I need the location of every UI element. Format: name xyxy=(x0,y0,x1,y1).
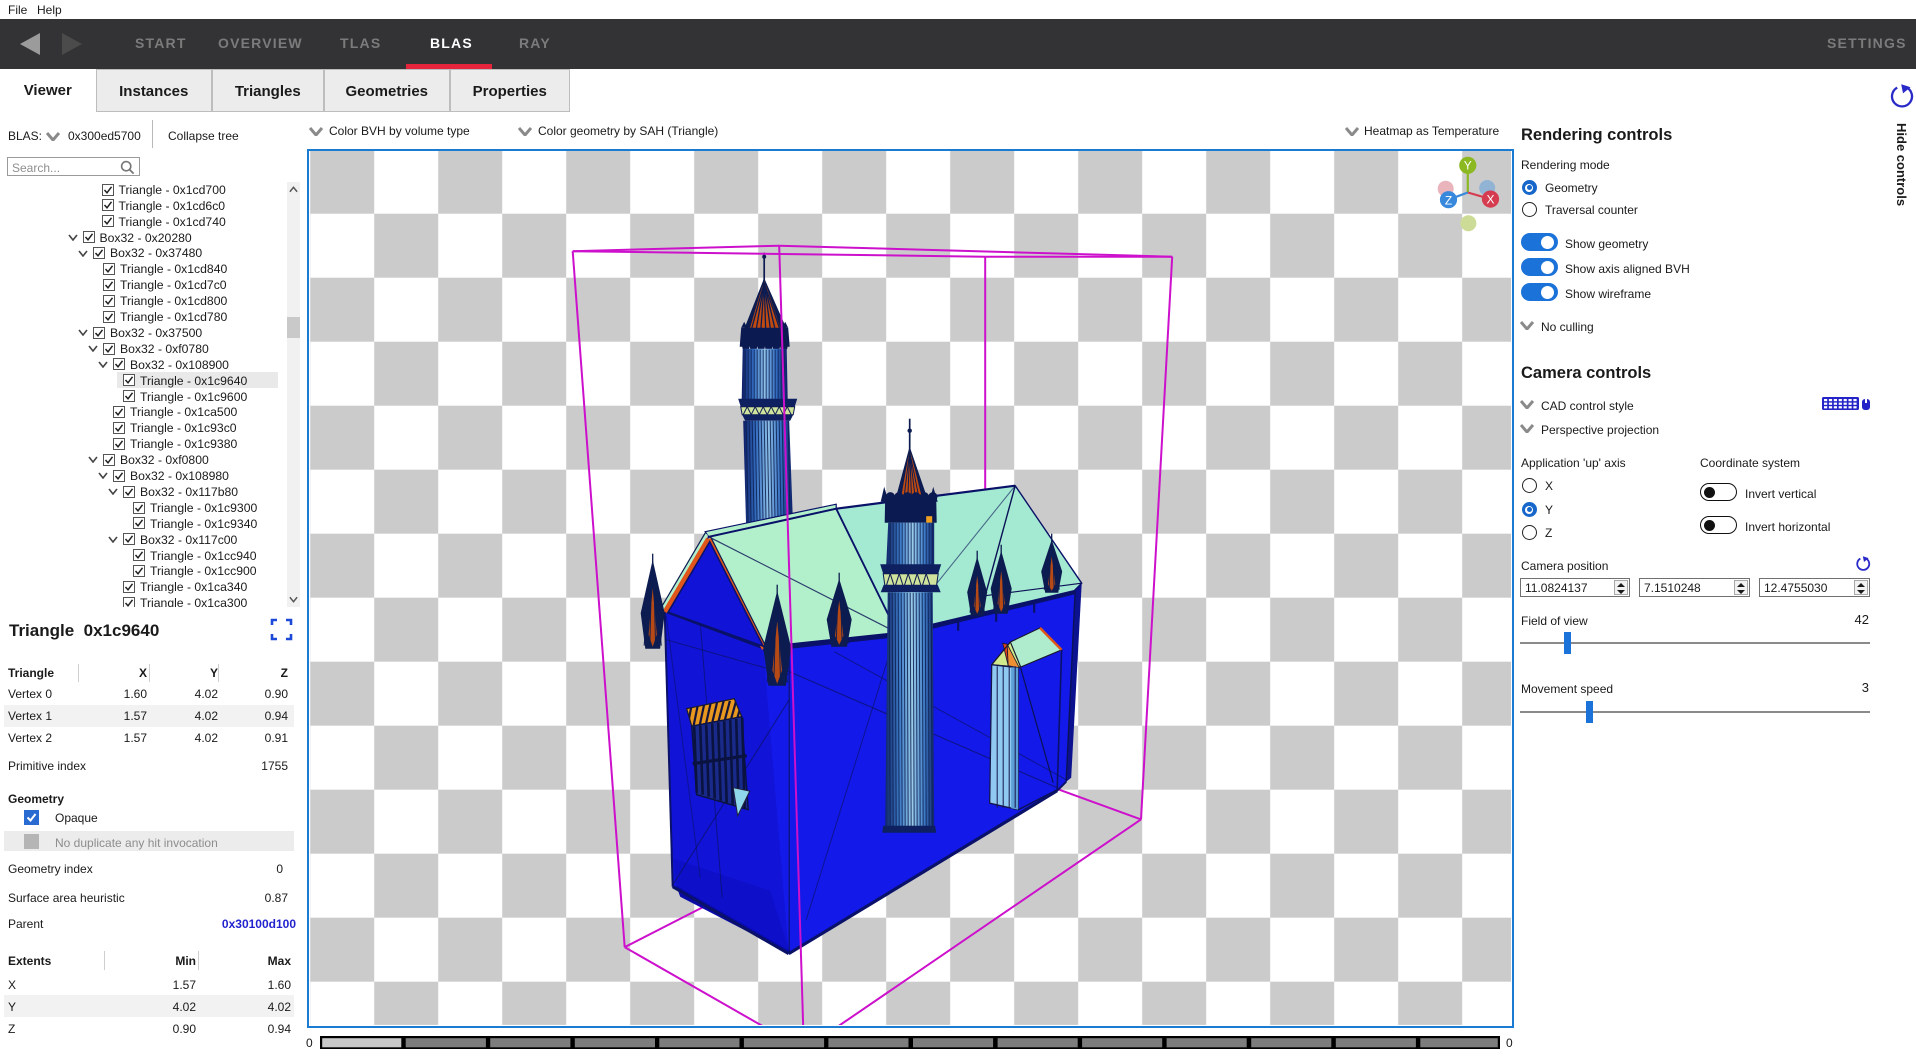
svg-text:Z: Z xyxy=(1445,194,1452,208)
svg-text:X: X xyxy=(1486,193,1494,207)
svg-text:Y: Y xyxy=(1464,159,1472,173)
